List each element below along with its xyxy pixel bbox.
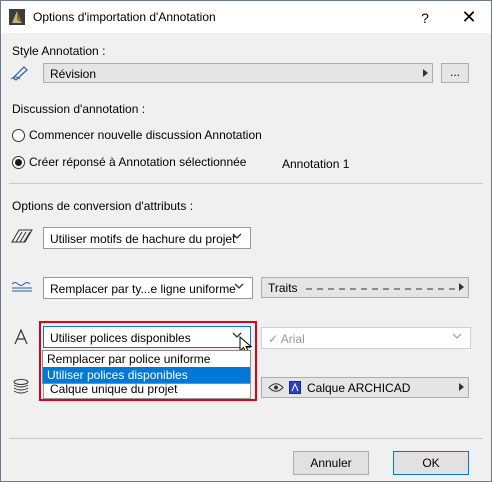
radio-reply-discussion-label[interactable]: Créer réponsé à Annotation sélectionnée — [29, 155, 246, 169]
chevron-right-icon — [423, 69, 428, 77]
hatch-option-value: Utiliser motifs de hachure du projet — [50, 232, 236, 246]
hatch-icon — [11, 229, 33, 243]
chevron-down-icon — [234, 283, 244, 289]
browse-style-button[interactable]: ... — [441, 63, 469, 83]
radio-reply-discussion[interactable] — [12, 156, 25, 169]
cancel-button[interactable]: Annuler — [293, 451, 369, 475]
dialog-title: Options d'importation d'Annotation — [33, 10, 216, 24]
font-replacement-value: ✓ Arial — [268, 332, 305, 346]
line-type-value: Traits — [268, 281, 298, 295]
line-option-value: Remplacer par ty...e ligne uniforme — [50, 282, 236, 296]
layer-target-value: Calque ARCHICAD — [307, 381, 411, 395]
style-annotation-label: Style Annotation : — [12, 44, 106, 58]
chevron-right-icon — [459, 283, 464, 291]
line-type-icon — [11, 282, 32, 292]
pen-icon — [10, 66, 28, 81]
style-annotation-value: Révision — [50, 67, 97, 81]
radio-new-discussion-label[interactable]: Commencer nouvelle discussion Annotation — [29, 128, 262, 142]
archicad-app-icon — [9, 9, 25, 25]
ok-button[interactable]: OK — [393, 451, 469, 475]
layer-target-select[interactable]: Calque ARCHICAD — [261, 377, 469, 398]
eye-icon — [268, 383, 284, 392]
reply-target-text: Annotation 1 — [282, 157, 350, 171]
line-option-select[interactable]: Remplacer par ty...e ligne uniforme — [43, 277, 253, 299]
font-icon — [14, 329, 28, 345]
section-divider — [9, 183, 483, 184]
close-button[interactable]: ✕ — [455, 7, 483, 29]
style-annotation-select[interactable]: Révision — [43, 63, 433, 83]
chevron-down-icon — [452, 333, 462, 339]
discussion-label: Discussion d'annotation : — [12, 102, 146, 116]
layer-color-icon — [289, 381, 301, 394]
chevron-right-icon — [459, 383, 464, 391]
conversion-label: Options de conversion d'attributs : — [12, 199, 194, 213]
hatch-option-select[interactable]: Utiliser motifs de hachure du projet — [43, 227, 251, 249]
footer-divider — [9, 438, 483, 439]
highlight-frame — [39, 321, 257, 401]
title-bar: Options d'importation d'Annotation ? ✕ — [1, 1, 491, 33]
font-replacement-select: ✓ Arial — [261, 327, 471, 349]
font-replacement-name: Arial — [280, 332, 305, 346]
layers-icon — [13, 379, 29, 394]
dashed-line-preview — [306, 288, 456, 290]
line-type-select[interactable]: Traits — [261, 277, 469, 298]
import-options-dialog: Options d'importation d'Annotation ? ✕ S… — [0, 0, 492, 482]
chevron-down-icon — [232, 233, 242, 239]
check-icon: ✓ — [268, 332, 279, 346]
help-button[interactable]: ? — [411, 7, 439, 29]
radio-new-discussion[interactable] — [12, 129, 25, 142]
